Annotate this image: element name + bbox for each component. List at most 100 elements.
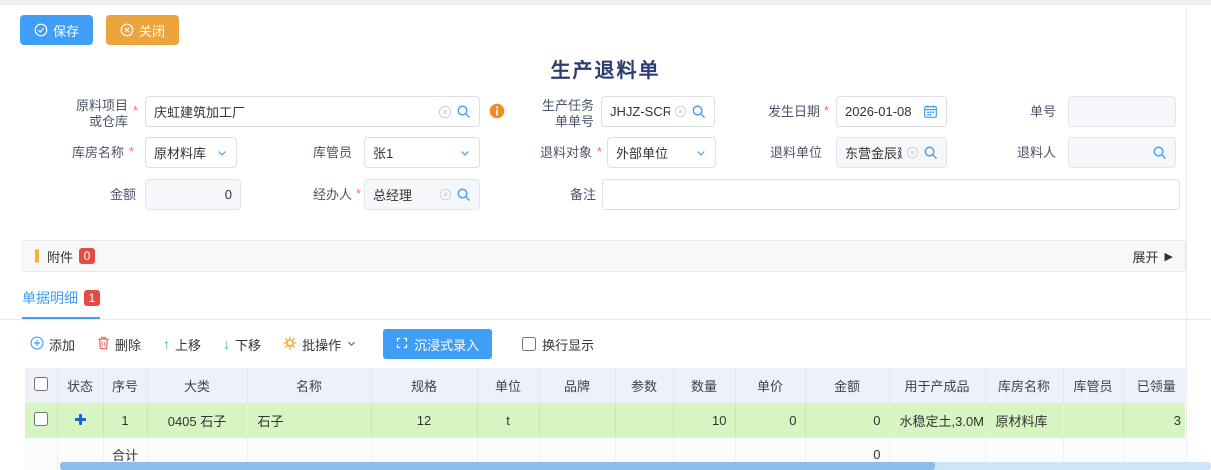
return-target-select[interactable]: 外部单位 bbox=[607, 137, 716, 168]
col-received: 已领量 bbox=[1123, 368, 1185, 403]
row-checkbox[interactable] bbox=[34, 412, 48, 426]
col-brand: 品牌 bbox=[539, 368, 615, 403]
doc-no-input bbox=[1068, 96, 1176, 127]
wrap-display-option[interactable]: 换行显示 bbox=[522, 335, 594, 354]
task-order-input[interactable]: JHJZ-SCRV bbox=[601, 96, 715, 127]
row-keeper-cell[interactable] bbox=[1063, 403, 1123, 437]
form-header-fields: 原料项目 或仓库 * 庆虹建筑加工厂 生产任务 单单号 JHJZ-SCRV 发生… bbox=[0, 95, 1211, 223]
col-seq: 序号 bbox=[103, 368, 147, 403]
arrow-up-icon: ↑ bbox=[163, 336, 170, 352]
row-spec-cell[interactable]: 12 bbox=[371, 403, 477, 437]
attachment-count-badge: 0 bbox=[79, 248, 95, 264]
save-button[interactable]: 保存 bbox=[20, 15, 93, 45]
amount-label: 金额 bbox=[74, 187, 136, 203]
required-mark: * bbox=[597, 144, 602, 159]
row-received-cell: 3 bbox=[1123, 403, 1185, 437]
search-icon[interactable] bbox=[923, 145, 938, 160]
select-all-cell bbox=[25, 368, 57, 403]
scrollbar-thumb[interactable] bbox=[60, 462, 935, 470]
plus-icon[interactable] bbox=[75, 414, 86, 425]
keeper-select[interactable]: 张1 bbox=[364, 137, 480, 168]
clear-icon[interactable] bbox=[906, 146, 919, 159]
expand-toggle[interactable]: 展开 ▶ bbox=[1133, 247, 1173, 266]
clear-icon[interactable] bbox=[438, 105, 452, 119]
row-category-cell[interactable]: 0405 石子 bbox=[147, 403, 247, 437]
col-name: 名称 bbox=[247, 368, 371, 403]
handler-input[interactable]: 总经理 bbox=[364, 179, 480, 210]
search-icon[interactable] bbox=[456, 104, 471, 119]
chevron-down-icon bbox=[216, 147, 228, 159]
expand-arrow-icon: ▶ bbox=[1165, 250, 1173, 263]
chevron-down-icon bbox=[695, 147, 707, 159]
returner-input[interactable] bbox=[1068, 137, 1176, 168]
doc-no-label: 单号 bbox=[996, 104, 1056, 120]
page-title: 生产退料单 bbox=[0, 54, 1211, 83]
col-warehouse: 库房名称 bbox=[985, 368, 1063, 403]
close-button[interactable]: 关闭 bbox=[106, 15, 179, 45]
row-qty-cell[interactable]: 10 bbox=[673, 403, 735, 437]
col-status: 状态 bbox=[57, 368, 103, 403]
delete-row-button[interactable]: 删除 bbox=[97, 335, 141, 354]
horizontal-scrollbar[interactable] bbox=[60, 462, 1211, 470]
detail-table-wrapper: 状态 序号 大类 名称 规格 单位 品牌 参数 数量 单价 金额 用于产成品 库… bbox=[25, 368, 1185, 470]
move-down-button[interactable]: ↓ 下移 bbox=[223, 335, 261, 354]
row-price-cell[interactable]: 0 bbox=[735, 403, 805, 437]
search-icon[interactable] bbox=[691, 104, 706, 119]
search-icon[interactable] bbox=[1152, 145, 1167, 160]
col-amount: 金额 bbox=[805, 368, 889, 403]
remark-input[interactable] bbox=[602, 179, 1180, 210]
clear-icon[interactable] bbox=[674, 105, 687, 118]
trash-icon bbox=[97, 336, 110, 353]
row-warehouse-cell[interactable]: 原材料库 bbox=[985, 403, 1063, 437]
row-select-cell bbox=[25, 403, 57, 437]
col-keeper: 库管员 bbox=[1063, 368, 1123, 403]
add-row-button[interactable]: 添加 bbox=[30, 335, 75, 354]
raw-project-input[interactable]: 庆虹建筑加工厂 bbox=[145, 96, 480, 127]
occur-date-input[interactable]: 2026-01-08 bbox=[836, 96, 947, 127]
keeper-label: 库管员 bbox=[300, 145, 352, 161]
col-param: 参数 bbox=[615, 368, 673, 403]
col-category: 大类 bbox=[147, 368, 247, 403]
clear-icon[interactable] bbox=[439, 188, 452, 201]
info-icon[interactable] bbox=[489, 103, 505, 122]
detail-tab-row: 单据明细 1 bbox=[0, 288, 1211, 320]
table-row[interactable]: 1 0405 石子 石子 12 t 10 0 0 水稳定土,3.0M 原材料库 … bbox=[25, 403, 1185, 437]
attachment-bar[interactable]: 附件 0 展开 ▶ bbox=[22, 240, 1186, 272]
remark-label: 备注 bbox=[556, 187, 596, 203]
required-mark: * bbox=[824, 103, 829, 118]
col-unit: 单位 bbox=[477, 368, 539, 403]
immersive-entry-button[interactable]: 沉浸式录入 bbox=[383, 329, 492, 359]
search-icon[interactable] bbox=[456, 187, 471, 202]
action-bar: 保存 关闭 bbox=[0, 5, 1211, 45]
row-brand-cell[interactable] bbox=[539, 403, 615, 437]
row-param-cell[interactable] bbox=[615, 403, 673, 437]
calendar-icon[interactable] bbox=[923, 104, 938, 119]
close-label: 关闭 bbox=[139, 21, 165, 40]
save-label: 保存 bbox=[53, 21, 79, 40]
row-seq-cell: 1 bbox=[103, 403, 147, 437]
row-product-cell[interactable]: 水稳定土,3.0M bbox=[889, 403, 985, 437]
row-name-cell[interactable]: 石子 bbox=[247, 403, 371, 437]
row-amount-cell: 0 bbox=[805, 403, 889, 437]
col-spec: 规格 bbox=[371, 368, 477, 403]
raw-project-label: 原料项目 或仓库 bbox=[50, 98, 128, 131]
select-all-checkbox[interactable] bbox=[34, 377, 48, 391]
tab-detail[interactable]: 单据明细 1 bbox=[22, 288, 100, 319]
required-mark: * bbox=[356, 186, 361, 201]
expand-label: 展开 bbox=[1133, 247, 1159, 266]
plus-circle-icon bbox=[30, 336, 44, 353]
return-unit-input[interactable]: 东营金辰建 bbox=[836, 137, 947, 168]
row-status-cell[interactable] bbox=[57, 403, 103, 437]
grid-toolbar: 添加 删除 ↑ 上移 ↓ 下移 批操作 沉浸式录入 换行显示 bbox=[0, 320, 1211, 368]
col-qty: 数量 bbox=[673, 368, 735, 403]
fullscreen-icon bbox=[396, 337, 408, 352]
row-unit-cell[interactable]: t bbox=[477, 403, 539, 437]
move-up-button[interactable]: ↑ 上移 bbox=[163, 335, 201, 354]
detail-table: 状态 序号 大类 名称 规格 单位 品牌 参数 数量 单价 金额 用于产成品 库… bbox=[25, 368, 1185, 470]
batch-operation-button[interactable]: 批操作 bbox=[283, 335, 357, 354]
section-marker bbox=[35, 249, 39, 263]
warehouse-select[interactable]: 原材料库 bbox=[145, 137, 237, 168]
x-circle-icon bbox=[120, 23, 134, 37]
wrap-display-checkbox[interactable] bbox=[522, 337, 536, 351]
return-target-label: 退料对象 bbox=[530, 145, 592, 161]
